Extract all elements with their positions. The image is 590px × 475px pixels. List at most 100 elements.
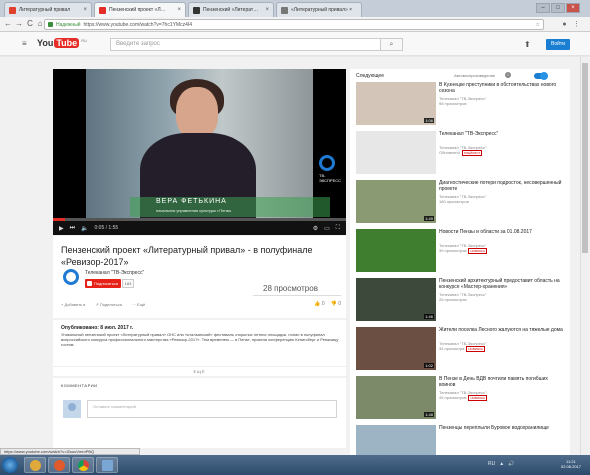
back-button[interactable]: ←	[3, 19, 13, 29]
volume-tray-icon[interactable]: 🔊	[508, 461, 514, 467]
logo-region: RU	[81, 38, 87, 43]
url-text[interactable]: https://www.youtube.com/watch?v=7hc1YMcz…	[84, 22, 193, 28]
like-count: 0	[321, 301, 325, 307]
media-icon	[54, 460, 65, 471]
next-icon[interactable]: ⏭	[70, 225, 75, 232]
video-thumbnail[interactable]: 1:02	[356, 327, 436, 370]
lock-icon	[48, 22, 53, 27]
new-badge: НОВИНКА	[466, 346, 485, 352]
youtube-favicon-icon	[99, 6, 106, 14]
guide-menu-icon[interactable]: ≡	[22, 40, 27, 48]
share-button[interactable]: ↗ Поделиться	[95, 302, 122, 307]
language-indicator[interactable]: RU	[488, 461, 495, 467]
maximize-button[interactable]: □	[551, 3, 565, 13]
scrollbar-thumb[interactable]	[582, 63, 588, 253]
signin-button[interactable]: Войти	[546, 39, 570, 50]
show-more-button[interactable]: ЕЩЁ	[53, 366, 346, 374]
clock-date: 02.08.2017	[560, 464, 582, 469]
tab-3[interactable]: «Литературный привал» ×	[276, 2, 362, 17]
dislike-button[interactable]: 👎 0	[331, 301, 341, 307]
search-input[interactable]: Введите запрос	[110, 38, 403, 51]
fullscreen-icon[interactable]: ⛶	[336, 225, 340, 232]
settings-icon[interactable]: ⚙	[313, 225, 318, 232]
related-sidebar: Следующее Автовоспроизведение i 1:06 В Ку…	[350, 69, 570, 468]
start-button[interactable]	[2, 457, 18, 473]
related-video-item[interactable]: 1:49 Диагностические потери подросток, не…	[356, 180, 566, 224]
search-icon[interactable]: ⌕	[380, 38, 403, 51]
related-video-item[interactable]: 1:06 В Кузнецке преступники в обстоятельс…	[356, 82, 566, 126]
channel-bug-label: ТВ-ЭКСПРЕСС	[319, 173, 342, 183]
video-thumbnail[interactable]: 1:48	[356, 376, 436, 419]
play-icon[interactable]: ▶	[59, 225, 64, 232]
channel-avatar[interactable]	[63, 269, 79, 285]
comment-input[interactable]: Оставьте комментарий	[87, 400, 337, 418]
related-video-title[interactable]: Диагностические потери подросток, несове…	[439, 180, 564, 192]
minimize-button[interactable]: –	[536, 3, 550, 13]
video-thumbnail[interactable]: 1:49	[356, 180, 436, 223]
close-icon[interactable]: ×	[177, 7, 181, 13]
new-badge: ПЛЕЙЛИСТ	[461, 150, 483, 156]
related-video-item[interactable]: 1:46 Пензенский архитектурный предоставит…	[356, 278, 566, 322]
video-thumbnail[interactable]	[356, 131, 436, 174]
autoplay-toggle[interactable]	[534, 72, 548, 80]
extension-icon[interactable]: ●	[560, 20, 569, 29]
taskbar-app-explorer[interactable]	[24, 457, 46, 473]
comments-header: КОММЕНТАРИИ	[61, 383, 98, 388]
related-video-item[interactable]: Новости Пензы и области за 01.08.2017 Тел…	[356, 229, 566, 273]
upload-icon[interactable]: ⬆	[524, 40, 531, 49]
related-video-title[interactable]: В Кузнецке преступники в обстоятельствах…	[439, 82, 564, 94]
related-video-title[interactable]: Новости Пензы и области за 01.08.2017	[439, 229, 564, 235]
video-title: Пензенский проект «Литературный привал» …	[61, 245, 313, 267]
related-video-item[interactable]: 1:02 Жители поселка Лесного жалуются на т…	[356, 327, 566, 371]
tray-expand-icon[interactable]: ▲	[499, 461, 504, 467]
tab-label: Пензенский проект «Л…	[109, 7, 166, 13]
tab-1[interactable]: Пензенский проект «Л… ×	[94, 2, 186, 17]
address-bar[interactable]: Надежный https://www.youtube.com/watch?v…	[44, 19, 544, 30]
taskbar-app-media[interactable]	[48, 457, 70, 473]
related-video-title[interactable]: Пензенцы переплыли Буровое водохранилище	[439, 425, 564, 431]
video-thumbnail[interactable]	[356, 229, 436, 272]
logo-tube: Tube	[54, 38, 80, 48]
related-video-item[interactable]: 1:48 В Пензе в День ВДВ почтили память по…	[356, 376, 566, 420]
related-video-title[interactable]: Телеканал "ТВ-Экспресс"	[439, 131, 564, 137]
status-url: https://www.youtube.com/watch?v=lZsuuVmm…	[0, 448, 140, 455]
close-icon[interactable]: ×	[83, 7, 87, 13]
tab-2[interactable]: Пензенский «Литерат… ×	[188, 2, 274, 17]
add-to-button[interactable]: + Добавить в	[61, 302, 85, 307]
volume-icon[interactable]: 🔈	[81, 225, 88, 232]
duration-badge: 1:48	[424, 412, 434, 417]
video-description: Опубликовано: 8 июл. 2017 г. Уникальный …	[53, 320, 346, 376]
related-video-title[interactable]: Жители поселка Лесного жалуются на тяжел…	[439, 327, 564, 333]
related-video-views: 180 просмотров	[439, 199, 469, 204]
page-scrollbar[interactable]	[580, 57, 588, 455]
related-video-meta: 26 просмотров	[439, 297, 466, 302]
forward-button[interactable]: →	[14, 19, 24, 29]
miniplayer-icon[interactable]: ▭	[324, 225, 330, 232]
channel-name[interactable]: Телеканал "ТВ-Экспресс"	[85, 270, 144, 276]
clock[interactable]: 11:21 02.08.2017	[556, 459, 586, 469]
menu-icon[interactable]: ⋮	[572, 20, 581, 29]
publish-date: Опубликовано: 8 июл. 2017 г.	[61, 325, 134, 331]
related-video-item[interactable]: Телеканал "ТВ-Экспресс" Телеканал "ТВ-Экс…	[356, 131, 566, 175]
tab-0[interactable]: Литературный привал ×	[4, 2, 92, 17]
info-icon[interactable]: i	[505, 72, 511, 78]
more-actions-button[interactable]: ··· Ещё	[132, 302, 145, 307]
window-close-button[interactable]: ×	[566, 3, 580, 13]
related-video-title[interactable]: Пензенский архитектурный предоставит обл…	[439, 278, 564, 290]
close-icon[interactable]: ×	[265, 7, 269, 13]
subscribe-button[interactable]: Подписаться	[85, 279, 121, 288]
browser-tabstrip: Литературный привал × Пензенский проект …	[0, 0, 590, 17]
taskbar-app-chrome[interactable]	[72, 457, 94, 473]
reload-button[interactable]: C	[25, 19, 35, 29]
autoplay-label: Автовоспроизведение	[454, 73, 496, 78]
page-favicon-icon	[281, 6, 288, 14]
taskbar-app-folder[interactable]	[96, 457, 118, 473]
related-video-title[interactable]: В Пензе в День ВДВ почтили память погибш…	[439, 376, 564, 388]
like-button[interactable]: 👍 0	[314, 301, 324, 307]
bookmark-star-icon[interactable]: ☆	[536, 22, 540, 28]
view-count: 28 просмотров	[263, 284, 318, 293]
youtube-logo[interactable]: You Tube RU	[37, 38, 87, 48]
video-thumbnail[interactable]: 1:46	[356, 278, 436, 321]
video-player[interactable]: ТВ-ЭКСПРЕСС ВЕРА ФЕТЬКИНА начальник упра…	[53, 69, 346, 235]
video-thumbnail[interactable]: 1:06	[356, 82, 436, 125]
